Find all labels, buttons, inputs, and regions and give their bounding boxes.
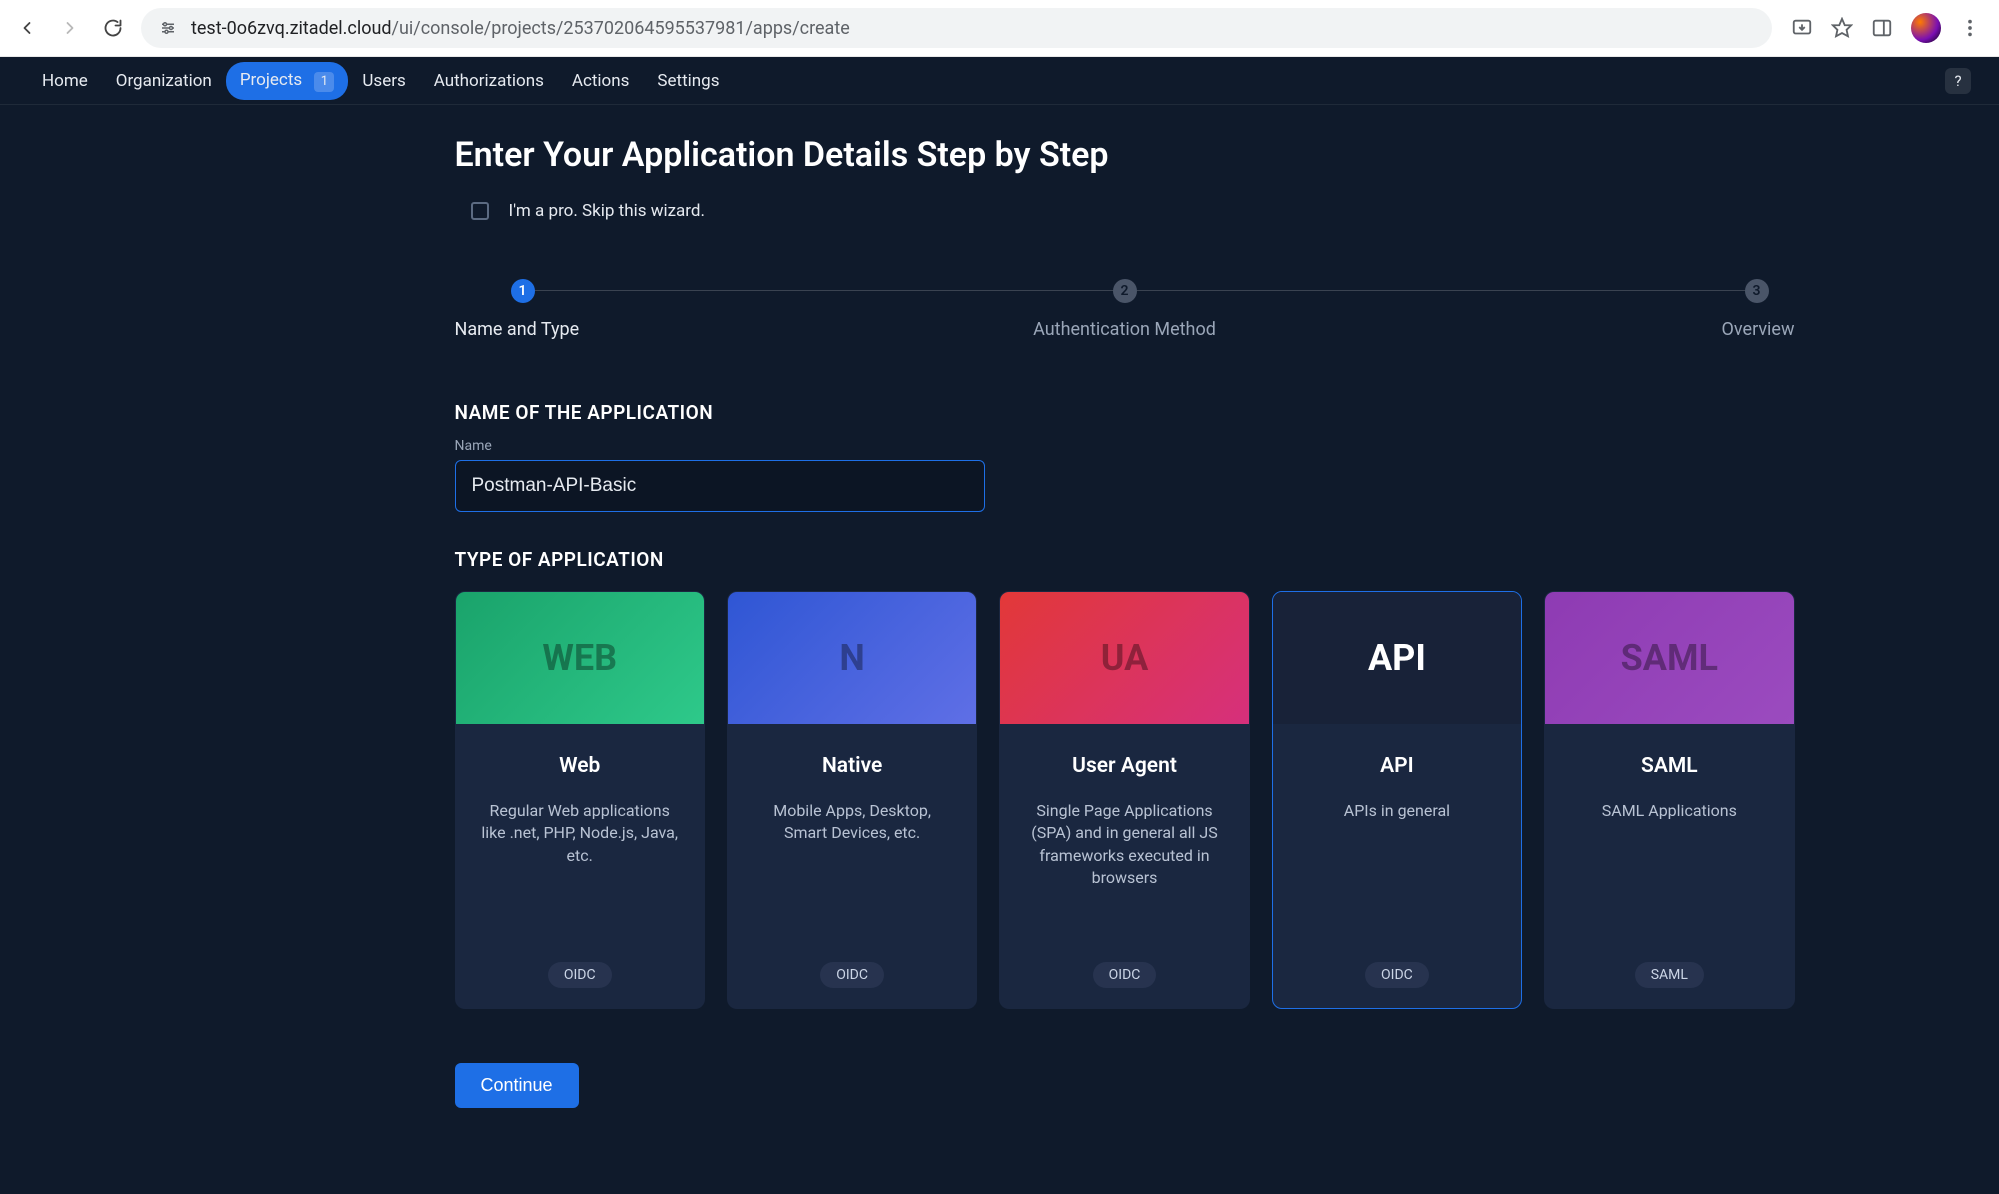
kebab-menu-icon[interactable] — [1959, 17, 1981, 39]
card-web-tag: OIDC — [548, 962, 612, 988]
card-api-tag: OIDC — [1365, 962, 1429, 988]
card-native-desc: Mobile Apps, Desktop, Smart Devices, etc… — [750, 800, 954, 962]
nav-settings[interactable]: Settings — [643, 63, 733, 99]
browser-toolbar: test-0o6zvq.zitadel.cloud/ui/console/pro… — [0, 0, 1999, 57]
card-ua-title: User Agent — [1072, 754, 1177, 778]
card-web-title: Web — [559, 754, 600, 778]
nav-projects-label: Projects — [240, 70, 302, 90]
stepper: 1 2 3 Name and Type Authentication Metho… — [455, 275, 1795, 355]
help-button[interactable]: ? — [1945, 68, 1971, 94]
page-title: Enter Your Application Details Step by S… — [455, 135, 1795, 175]
url-text: test-0o6zvq.zitadel.cloud/ui/console/pro… — [191, 18, 850, 39]
nav-actions[interactable]: Actions — [558, 63, 644, 99]
card-web-head: WEB — [456, 592, 704, 724]
section-type-heading: TYPE OF APPLICATION — [455, 548, 1795, 571]
nav-users[interactable]: Users — [348, 63, 419, 99]
card-web-desc: Regular Web applications like .net, PHP,… — [478, 800, 682, 962]
card-ua-tag: OIDC — [1093, 962, 1157, 988]
app-name-input[interactable] — [455, 460, 985, 512]
card-api[interactable]: API API APIs in general OIDC — [1272, 591, 1522, 1009]
card-native[interactable]: N Native Mobile Apps, Desktop, Smart Dev… — [727, 591, 977, 1009]
card-ua-head: UA — [1000, 592, 1248, 724]
nav-home[interactable]: Home — [28, 63, 102, 99]
name-field-label: Name — [455, 438, 1795, 454]
back-button[interactable] — [12, 13, 42, 43]
install-icon[interactable] — [1791, 17, 1813, 39]
nav-projects-badge: 1 — [314, 72, 334, 92]
card-api-title: API — [1380, 754, 1414, 778]
step-2-dot[interactable]: 2 — [1113, 279, 1137, 303]
skip-wizard-label: I'm a pro. Skip this wizard. — [509, 201, 705, 221]
card-web[interactable]: WEB Web Regular Web applications like .n… — [455, 591, 705, 1009]
card-saml-tag: SAML — [1635, 962, 1704, 988]
forward-button[interactable] — [55, 13, 85, 43]
continue-button[interactable]: Continue — [455, 1063, 579, 1108]
step-1-label: Name and Type — [455, 319, 580, 340]
step-1-dot[interactable]: 1 — [511, 279, 535, 303]
app-type-cards: WEB Web Regular Web applications like .n… — [455, 591, 1795, 1009]
reload-button[interactable] — [98, 13, 128, 43]
card-api-desc: APIs in general — [1344, 800, 1450, 962]
panel-icon[interactable] — [1871, 17, 1893, 39]
star-icon[interactable] — [1831, 17, 1853, 39]
step-3-label: Overview — [1722, 319, 1795, 340]
card-saml-head: SAML — [1545, 592, 1793, 724]
card-native-title: Native — [822, 754, 882, 778]
app-nav: Home Organization Projects 1 Users Autho… — [0, 57, 1999, 105]
step-3-dot[interactable]: 3 — [1745, 279, 1769, 303]
nav-authorizations[interactable]: Authorizations — [420, 63, 558, 99]
card-api-head: API — [1273, 592, 1521, 724]
card-user-agent[interactable]: UA User Agent Single Page Applications (… — [999, 591, 1249, 1009]
site-tune-icon — [159, 19, 177, 37]
card-native-head: N — [728, 592, 976, 724]
section-name-heading: NAME OF THE APPLICATION — [455, 401, 1795, 424]
nav-projects[interactable]: Projects 1 — [226, 62, 349, 100]
card-saml[interactable]: SAML SAML SAML Applications SAML — [1544, 591, 1794, 1009]
card-saml-desc: SAML Applications — [1602, 800, 1737, 962]
card-ua-desc: Single Page Applications (SPA) and in ge… — [1022, 800, 1226, 962]
card-saml-title: SAML — [1641, 754, 1698, 778]
address-bar[interactable]: test-0o6zvq.zitadel.cloud/ui/console/pro… — [141, 8, 1772, 48]
step-2-label: Authentication Method — [1033, 319, 1216, 340]
profile-avatar[interactable] — [1911, 13, 1941, 43]
skip-wizard-checkbox[interactable] — [471, 202, 489, 220]
nav-organization[interactable]: Organization — [102, 63, 226, 99]
card-native-tag: OIDC — [820, 962, 884, 988]
